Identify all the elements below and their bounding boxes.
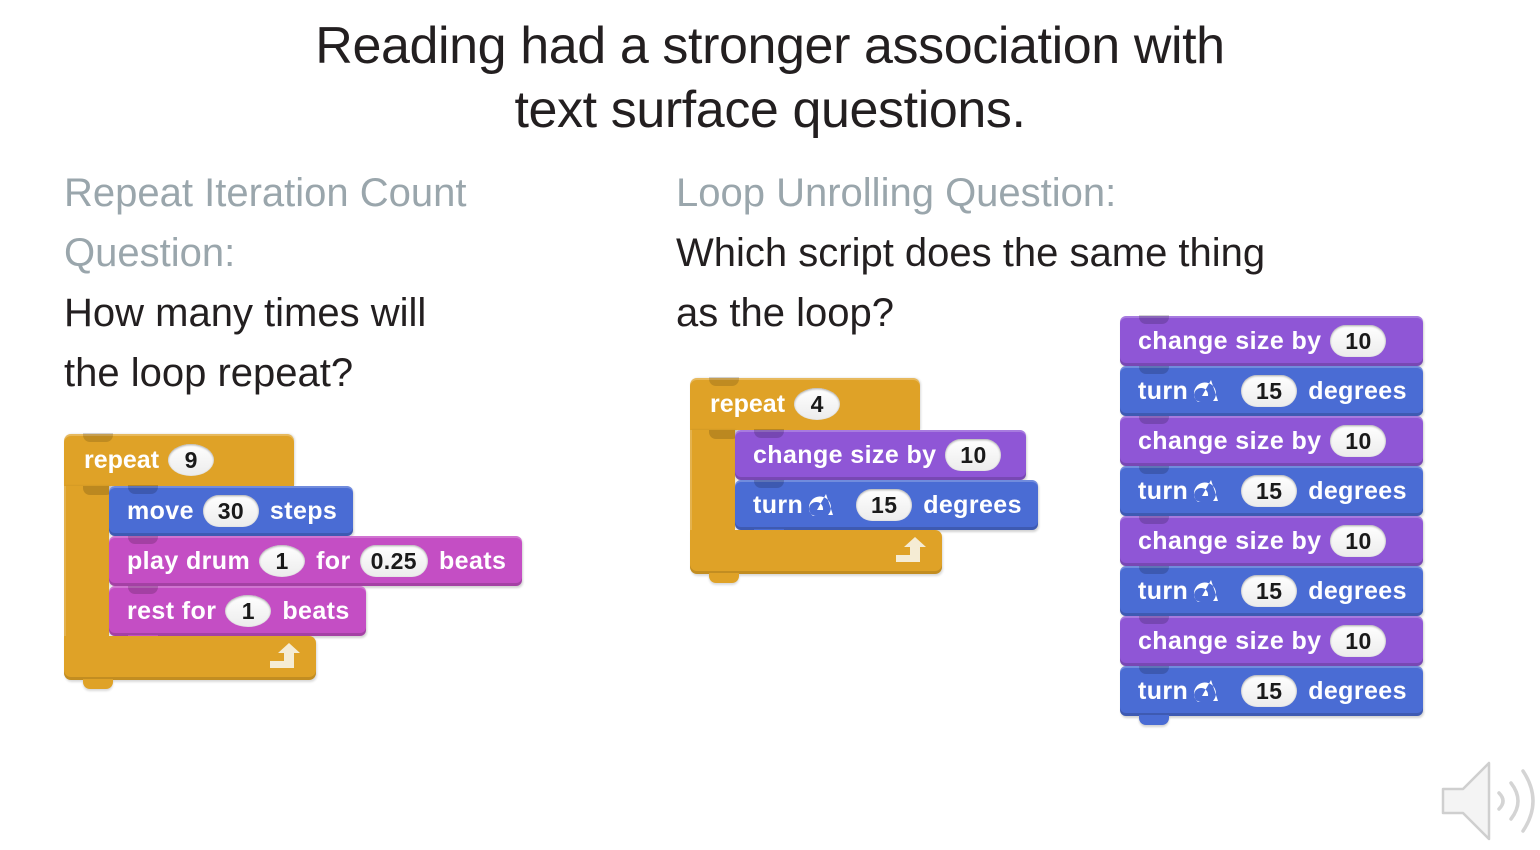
- block-number-input[interactable]: 1: [259, 545, 306, 577]
- left-scratch-script[interactable]: repeat 9 move 30 steps play drum 1 for 0.25 beats…: [64, 433, 523, 689]
- scratch-control-block[interactable]: repeat 9 move 30 steps play drum 1 for 0.25 beats…: [64, 433, 523, 689]
- block-label: degrees: [1308, 576, 1407, 605]
- scratch-block-looks[interactable]: change size by 10: [1120, 515, 1423, 575]
- repeat-footer[interactable]: [64, 636, 316, 689]
- block-number-input[interactable]: 15: [1241, 675, 1298, 707]
- block-number-input[interactable]: 1: [225, 595, 272, 627]
- block-label: turn: [753, 490, 804, 519]
- repeat-body: change size by 10 turn 15 degrees: [735, 429, 1038, 539]
- repeat-keyword: repeat: [84, 445, 160, 474]
- repeat-footer[interactable]: [690, 530, 942, 583]
- scratch-block-sound[interactable]: rest for 1 beats: [109, 585, 366, 645]
- repeat-body: move 30 steps play drum 1 for 0.25 beats rest fo…: [109, 485, 523, 645]
- scratch-block-motion[interactable]: turn 15 degrees: [1120, 565, 1423, 625]
- block-label: turn: [1138, 476, 1189, 505]
- block-label: change size by: [753, 440, 937, 469]
- scratch-block-looks[interactable]: change size by 10: [1120, 615, 1423, 675]
- scratch-control-block[interactable]: repeat 4 change size by 10 turn 15 degrees: [690, 377, 1038, 583]
- block-label: steps: [269, 496, 338, 525]
- block-label: change size by: [1138, 326, 1322, 355]
- unrolled-scratch-script[interactable]: change size by 10 turn 15 degrees change size…: [1120, 315, 1423, 725]
- block-label: play drum: [127, 546, 251, 575]
- turn-clockwise-icon: [1194, 680, 1219, 702]
- right-column-label: Loop Unrolling Question:: [676, 171, 1117, 215]
- scratch-block-motion[interactable]: turn 15 degrees: [735, 479, 1038, 539]
- block-number-input[interactable]: 30: [202, 495, 259, 527]
- turn-clockwise-icon: [1194, 480, 1219, 502]
- scratch-block-looks[interactable]: change size by 10: [735, 429, 1027, 489]
- turn-clockwise-icon: [1194, 580, 1219, 602]
- repeat-spine: [690, 430, 739, 530]
- repeat-header[interactable]: repeat 4: [690, 377, 920, 430]
- block-number-input[interactable]: 10: [945, 439, 1002, 471]
- block-number-input[interactable]: 0.25: [359, 545, 428, 577]
- block-label: rest for: [127, 596, 217, 625]
- block-number-input[interactable]: 10: [1330, 625, 1387, 657]
- page-title: Reading had a stronger association with …: [315, 17, 1225, 139]
- block-label: degrees: [1308, 676, 1407, 705]
- block-label: turn: [1138, 376, 1189, 405]
- block-label: beats: [438, 546, 507, 575]
- block-number-input[interactable]: 10: [1330, 425, 1387, 457]
- scratch-block-motion[interactable]: turn 15 degrees: [1120, 665, 1423, 725]
- turn-clockwise-icon: [809, 494, 834, 516]
- scratch-block-looks[interactable]: change size by 10: [1120, 315, 1423, 375]
- left-column-question: How many times will the loop repeat?: [64, 291, 427, 395]
- block-number-input[interactable]: 15: [1241, 375, 1298, 407]
- repeat-spine: [64, 486, 113, 636]
- block-label: move: [127, 496, 194, 525]
- block-number-input[interactable]: 10: [1330, 325, 1387, 357]
- block-label: turn: [1138, 676, 1189, 705]
- repeat-count-input[interactable]: 9: [168, 444, 215, 476]
- block-label: change size by: [1138, 526, 1322, 555]
- scratch-block-looks[interactable]: change size by 10: [1120, 415, 1423, 475]
- scratch-block-motion[interactable]: move 30 steps: [109, 485, 354, 545]
- block-label: degrees: [923, 490, 1022, 519]
- turn-clockwise-icon: [1194, 380, 1219, 402]
- block-label: degrees: [1308, 476, 1407, 505]
- repeat-keyword: repeat: [710, 389, 786, 418]
- block-label: change size by: [1138, 626, 1322, 655]
- block-label: for: [316, 546, 351, 575]
- scratch-block-sound[interactable]: play drum 1 for 0.25 beats: [109, 535, 523, 595]
- repeat-header[interactable]: repeat 9: [64, 433, 294, 486]
- loop-arrow-icon: [270, 643, 300, 668]
- block-label: degrees: [1308, 376, 1407, 405]
- block-number-input[interactable]: 15: [1241, 575, 1298, 607]
- scratch-block-motion[interactable]: turn 15 degrees: [1120, 365, 1423, 425]
- block-label: change size by: [1138, 426, 1322, 455]
- speaker-icon[interactable]: [1437, 757, 1537, 845]
- loop-scratch-script[interactable]: repeat 4 change size by 10 turn 15 degrees: [690, 377, 1038, 583]
- loop-arrow-icon: [896, 537, 926, 562]
- block-label: turn: [1138, 576, 1189, 605]
- block-number-input[interactable]: 15: [856, 489, 913, 521]
- block-number-input[interactable]: 15: [1241, 475, 1298, 507]
- left-column-label: Repeat Iteration Count Question:: [64, 171, 467, 275]
- repeat-count-input[interactable]: 4: [794, 388, 841, 420]
- scratch-block-motion[interactable]: turn 15 degrees: [1120, 465, 1423, 525]
- block-number-input[interactable]: 10: [1330, 525, 1387, 557]
- block-label: beats: [282, 596, 350, 625]
